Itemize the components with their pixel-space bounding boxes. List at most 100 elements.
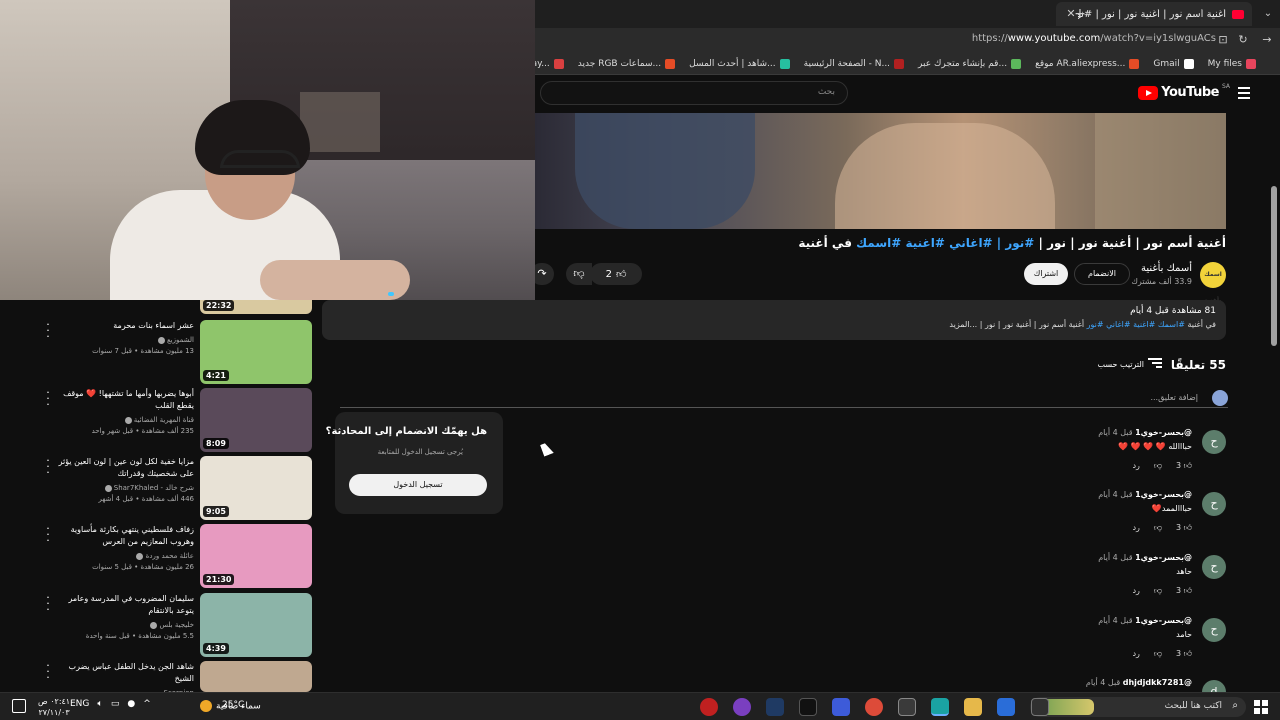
search-input[interactable]: بحث bbox=[540, 81, 848, 105]
bookmark-item[interactable]: My files bbox=[1208, 58, 1256, 69]
bookmark-item[interactable]: جديد RGB سماعات... bbox=[578, 58, 676, 69]
rec-channel[interactable]: الشموزيع bbox=[156, 336, 194, 344]
more-options-icon[interactable]: · · · bbox=[44, 319, 52, 342]
description-box[interactable]: 81 مشاهدة قبل 4 أيام في أغنية #اسمك #اغن… bbox=[322, 300, 1226, 340]
volume-icon[interactable]: 🔈︎ bbox=[97, 699, 102, 709]
like-button[interactable]: 2 👍︎ bbox=[590, 263, 642, 285]
rec-title[interactable]: شاهد الجن يدخل الطفل عباس يضرب الشيخ bbox=[52, 661, 194, 685]
commenter-avatar[interactable]: ح bbox=[1202, 555, 1226, 579]
reload-icon[interactable]: ↻ bbox=[1236, 33, 1250, 47]
list-item[interactable]: 21:30 زفاف فلسطيني ينتهي بكارثة مأساوية و… bbox=[44, 523, 312, 588]
app-icon[interactable] bbox=[832, 698, 850, 716]
app-icon-3[interactable] bbox=[733, 698, 751, 716]
comment-dislike-button[interactable]: 👎︎ bbox=[1154, 461, 1162, 471]
rec-title[interactable]: زفاف فلسطيني ينتهي بكارثة مأساوية وهروب … bbox=[52, 524, 194, 548]
channel-name[interactable]: أسمك بأغنية bbox=[1141, 263, 1192, 274]
commenter-avatar[interactable]: ح bbox=[1202, 492, 1226, 516]
bookmark-item[interactable]: قم بإنشاء متجرك عبر... bbox=[918, 58, 1022, 69]
comment-author[interactable]: @بحسر-خوي1 قبل 4 أيام bbox=[1098, 553, 1192, 562]
start-button[interactable] bbox=[1254, 700, 1268, 714]
outlook-icon[interactable] bbox=[997, 698, 1015, 716]
edge-icon[interactable] bbox=[931, 698, 949, 716]
menu-icon[interactable] bbox=[1238, 87, 1250, 99]
title-hashtags[interactable]: #نور | #اغاني #اغنية #اسمك bbox=[856, 236, 1034, 250]
more-options-icon[interactable]: · · · bbox=[44, 523, 52, 546]
video-thumbnail[interactable]: 9:05 bbox=[200, 456, 312, 520]
chrome-icon[interactable] bbox=[865, 698, 883, 716]
comment-dislike-button[interactable]: 👎︎ bbox=[1154, 649, 1162, 659]
url-field[interactable]: https://www.youtube.com/watch?v=iy1slwgu… bbox=[972, 33, 1216, 44]
chevron-up-icon[interactable]: ^ bbox=[143, 699, 151, 709]
comment-like-button[interactable]: 👍︎ 3 bbox=[1176, 523, 1192, 533]
join-button[interactable]: الانضمام bbox=[1074, 263, 1130, 285]
new-tab-button[interactable]: + bbox=[1072, 6, 1088, 22]
notification-icon[interactable] bbox=[12, 699, 26, 713]
dislike-button[interactable]: 👎︎ bbox=[566, 263, 592, 285]
store-icon[interactable] bbox=[898, 698, 916, 716]
sort-comments-button[interactable]: الترتيب حسب bbox=[1098, 358, 1162, 370]
reply-button[interactable]: رد bbox=[1132, 586, 1139, 596]
bookmark-item[interactable]: Gmail bbox=[1153, 58, 1194, 69]
app-icon-2[interactable] bbox=[766, 698, 784, 716]
rec-title[interactable]: عشر اسماء بنات محرمة bbox=[52, 320, 194, 332]
rec-channel[interactable]: قناة المهرية الفضائية bbox=[123, 416, 194, 424]
list-item[interactable]: شاهد الجن يدخل الطفل عباس يضرب الشيخScor… bbox=[44, 660, 312, 697]
page-scrollbar[interactable] bbox=[1271, 186, 1277, 346]
clock[interactable]: ٠٢:٤١ ص ٢٧/١١/٠٣ bbox=[38, 696, 70, 718]
commenter-avatar[interactable]: ح bbox=[1202, 618, 1226, 642]
reply-button[interactable]: رد bbox=[1132, 461, 1139, 471]
comment-like-button[interactable]: 👍︎ 3 bbox=[1176, 586, 1192, 596]
more-options-icon[interactable]: · · · bbox=[44, 455, 52, 478]
app-icon-4[interactable] bbox=[700, 698, 718, 716]
rec-channel[interactable]: خليجية بلس bbox=[148, 621, 194, 629]
video-thumbnail[interactable] bbox=[200, 661, 312, 692]
bookmark-item[interactable]: شاهد | أحدث المسل... bbox=[689, 58, 790, 69]
comment-like-button[interactable]: 👍︎ 3 bbox=[1176, 649, 1192, 659]
channel-avatar[interactable]: اسمك بأغنية bbox=[1200, 262, 1226, 304]
rec-title[interactable]: أبوها يضربها وأمها ما تشتهها! ❤️ موقف يق… bbox=[52, 388, 194, 412]
video-thumbnail[interactable]: 4:39 bbox=[200, 593, 312, 657]
more-options-icon[interactable]: · · · bbox=[44, 660, 52, 683]
mic-icon[interactable]: ● bbox=[127, 699, 135, 709]
file-explorer-icon[interactable] bbox=[964, 698, 982, 716]
taskbar-search[interactable]: ⌕ اكتب هنا للبحث bbox=[1030, 697, 1246, 717]
list-item[interactable]: 9:05 مزايا خفية لكل لون عين | لون العين ي… bbox=[44, 455, 312, 520]
comment-author[interactable]: @بحسر-خوي1 قبل 4 أيام bbox=[1098, 428, 1192, 437]
comment-like-button[interactable]: 👍︎ 3 bbox=[1176, 461, 1192, 471]
more-options-icon[interactable]: · · · bbox=[44, 387, 52, 410]
sign-in-button[interactable]: تسجيل الدخول bbox=[349, 474, 487, 496]
rec-channel[interactable]: شرح خالد - Shar7Khaled bbox=[103, 484, 194, 492]
more-options-icon[interactable]: · · · bbox=[44, 592, 52, 615]
subscribe-button[interactable]: اشتراك bbox=[1024, 263, 1068, 285]
rec-channel[interactable]: عائلة محمد وردة bbox=[134, 552, 194, 560]
reply-button[interactable]: رد bbox=[1132, 523, 1139, 533]
video-thumbnail[interactable]: 8:09 bbox=[200, 388, 312, 452]
tab-search-icon[interactable]: ⌄ bbox=[1260, 6, 1276, 22]
list-item[interactable]: 8:09 أبوها يضربها وأمها ما تشتهها! ❤️ موق… bbox=[44, 387, 312, 452]
comment-author[interactable]: @بحسر-خوي1 قبل 4 أيام bbox=[1098, 616, 1192, 625]
add-comment-field[interactable]: إضافة تعليق... bbox=[340, 390, 1228, 408]
video-thumbnail[interactable]: 21:30 bbox=[200, 524, 312, 588]
comment-author[interactable]: @بحسر-خوي1 قبل 4 أيام bbox=[1098, 490, 1192, 499]
commenter-avatar[interactable]: ح bbox=[1202, 430, 1226, 454]
reply-button[interactable]: رد bbox=[1132, 649, 1139, 659]
comment-dislike-button[interactable]: 👎︎ bbox=[1154, 586, 1162, 596]
task-view-icon[interactable] bbox=[1031, 698, 1049, 716]
network-icon[interactable]: ▭ bbox=[111, 699, 120, 709]
rec-title[interactable]: سليمان المضروب في المدرسة وعامر يتوعد با… bbox=[52, 593, 194, 617]
video-thumbnail[interactable]: 4:21 bbox=[200, 320, 312, 384]
system-tray[interactable]: ENG 🔈︎ ▭ ● ^ bbox=[70, 699, 151, 709]
tiktok-icon[interactable] bbox=[799, 698, 817, 716]
youtube-logo[interactable]: YouTube SA bbox=[1138, 83, 1230, 100]
comment-author[interactable]: @dhjdjdkk7281 قبل 4 أيام bbox=[1086, 678, 1192, 687]
lock-icon[interactable]: ⊡ bbox=[1216, 33, 1230, 47]
bookmark-item[interactable]: موقع AR.aliexpress... bbox=[1035, 58, 1140, 69]
list-item[interactable]: 4:39 سليمان المضروب في المدرسة وعامر يتوع… bbox=[44, 592, 312, 657]
bookmark-item[interactable]: الصفحة الرئيسية - N... bbox=[804, 58, 905, 69]
comment-dislike-button[interactable]: 👎︎ bbox=[1154, 523, 1162, 533]
list-item[interactable]: 4:21 عشر اسماء بنات محرمة الشموزيع 13 مليو… bbox=[44, 319, 312, 384]
video-player[interactable] bbox=[535, 113, 1226, 229]
back-arrow-icon[interactable]: → bbox=[1260, 33, 1274, 47]
rec-title[interactable]: مزايا خفية لكل لون عين | لون العين يؤثر … bbox=[52, 456, 194, 480]
lang-indicator[interactable]: ENG bbox=[70, 699, 89, 709]
